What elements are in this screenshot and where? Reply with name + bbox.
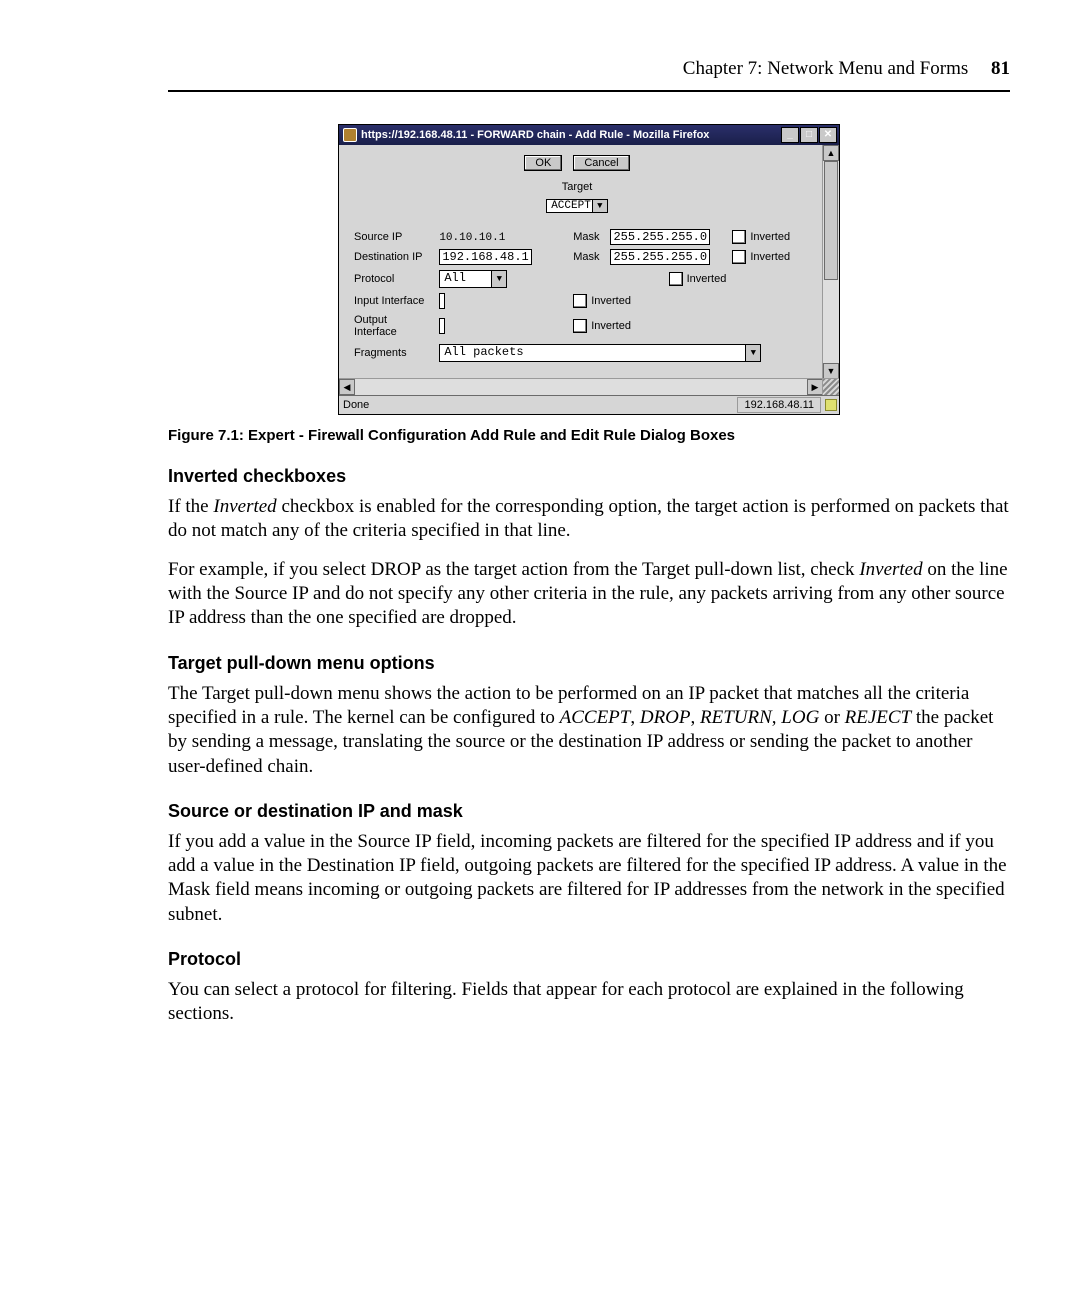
lock-icon bbox=[825, 399, 837, 411]
document-page: Chapter 7: Network Menu and Forms 81 htt… bbox=[0, 0, 1080, 1101]
row-destination-ip: Destination IP 192.168.48.1 Mask 255.255… bbox=[351, 247, 803, 267]
page-number: 81 bbox=[991, 58, 1010, 79]
source-ip-label: Source IP bbox=[351, 227, 436, 247]
scroll-down-icon[interactable]: ▼ bbox=[823, 363, 839, 379]
protocol-inverted-checkbox[interactable] bbox=[669, 272, 683, 286]
chapter-title: Chapter 7: Network Menu and Forms bbox=[683, 58, 968, 79]
heading-ipmask: Source or destination IP and mask bbox=[168, 801, 1010, 822]
paragraph: The Target pull-down menu shows the acti… bbox=[168, 682, 1010, 779]
in-if-inverted-checkbox[interactable] bbox=[573, 294, 587, 308]
out-if-inverted-checkbox[interactable] bbox=[573, 319, 587, 333]
target-section: Target ACCEPT ▼ bbox=[351, 181, 803, 213]
horizontal-scrollbar[interactable]: ◀ ▶ bbox=[339, 378, 823, 395]
dest-ip-inverted-checkbox[interactable] bbox=[732, 250, 746, 264]
header-rule bbox=[168, 90, 1010, 92]
scroll-up-icon[interactable]: ▲ bbox=[823, 145, 839, 161]
chevron-down-icon: ▼ bbox=[491, 271, 506, 287]
fragments-select-value: All packets bbox=[444, 345, 523, 359]
out-if-inverted-label: Inverted bbox=[591, 320, 631, 332]
out-if-label: OutputInterface bbox=[351, 311, 436, 341]
out-if-input[interactable] bbox=[439, 318, 445, 334]
paragraph: If you add a value in the Source IP fiel… bbox=[168, 830, 1010, 927]
protocol-inverted-label: Inverted bbox=[687, 273, 727, 285]
row-protocol: Protocol All ▼ Inverted bbox=[351, 267, 803, 291]
scrollbar-thumb[interactable] bbox=[824, 161, 838, 280]
status-host: 192.168.48.11 bbox=[737, 397, 821, 413]
row-source-ip: Source IP 10.10.10.1 Mask 255.255.255.0 … bbox=[351, 227, 803, 247]
source-ip-inverted-checkbox[interactable] bbox=[732, 230, 746, 244]
vertical-scrollbar[interactable]: ▲ ▼ bbox=[822, 145, 839, 379]
dialog-button-row: OK Cancel bbox=[351, 155, 803, 171]
chevron-down-icon: ▼ bbox=[745, 345, 760, 361]
dest-ip-input[interactable]: 192.168.48.1 bbox=[439, 249, 531, 265]
window-title: https://192.168.48.11 - FORWARD chain - … bbox=[361, 129, 781, 141]
in-if-label: Input Interface bbox=[351, 291, 436, 311]
in-if-inverted-label: Inverted bbox=[591, 295, 631, 307]
rule-form: Source IP 10.10.10.1 Mask 255.255.255.0 … bbox=[351, 227, 803, 365]
source-ip-mask-label: Mask bbox=[570, 227, 607, 247]
source-ip-inverted-label: Inverted bbox=[750, 231, 790, 243]
row-input-interface: Input Interface Inverted bbox=[351, 291, 803, 311]
protocol-select[interactable]: All ▼ bbox=[439, 270, 507, 288]
source-ip-value: 10.10.10.1 bbox=[439, 232, 549, 244]
row-output-interface: OutputInterface Inverted bbox=[351, 311, 803, 341]
chevron-down-icon: ▼ bbox=[592, 200, 607, 212]
status-left: Done bbox=[341, 399, 737, 411]
resize-grip-icon[interactable] bbox=[822, 378, 839, 395]
heading-inverted: Inverted checkboxes bbox=[168, 466, 1010, 487]
target-select-value: ACCEPT bbox=[551, 200, 591, 212]
browser-favicon-icon bbox=[343, 128, 357, 142]
ok-button[interactable]: OK bbox=[524, 155, 562, 171]
dest-ip-inverted-label: Inverted bbox=[750, 251, 790, 263]
close-button[interactable]: ✕ bbox=[819, 127, 837, 143]
statusbar: Done 192.168.48.11 bbox=[339, 395, 839, 414]
scroll-left-icon[interactable]: ◀ bbox=[339, 379, 355, 395]
row-fragments: Fragments All packets ▼ bbox=[351, 341, 803, 365]
heading-target: Target pull-down menu options bbox=[168, 653, 1010, 674]
minimize-button[interactable]: _ bbox=[781, 127, 799, 143]
in-if-input[interactable] bbox=[439, 293, 445, 309]
dialog-body: ▲ ▼ ◀ ▶ OK Cancel Target ACCEPT ▼ bbox=[339, 145, 839, 395]
window-controls: _ □ ✕ bbox=[781, 127, 837, 143]
running-header: Chapter 7: Network Menu and Forms 81 bbox=[168, 58, 1010, 80]
paragraph: For example, if you select DROP as the t… bbox=[168, 558, 1010, 631]
paragraph: If the Inverted checkbox is enabled for … bbox=[168, 495, 1010, 544]
source-ip-mask-input[interactable]: 255.255.255.0 bbox=[610, 229, 710, 245]
dest-ip-mask-label: Mask bbox=[570, 247, 607, 267]
target-select[interactable]: ACCEPT ▼ bbox=[546, 199, 608, 213]
figure-caption: Figure 7.1: Expert - Firewall Configurat… bbox=[168, 427, 1010, 444]
heading-protocol: Protocol bbox=[168, 949, 1010, 970]
maximize-button[interactable]: □ bbox=[800, 127, 818, 143]
paragraph: You can select a protocol for filtering.… bbox=[168, 978, 1010, 1027]
protocol-label: Protocol bbox=[351, 267, 436, 291]
fragments-select[interactable]: All packets ▼ bbox=[439, 344, 761, 362]
fragments-label: Fragments bbox=[351, 341, 436, 365]
target-label: Target bbox=[351, 181, 803, 193]
dest-ip-label: Destination IP bbox=[351, 247, 436, 267]
scroll-right-icon[interactable]: ▶ bbox=[807, 379, 823, 395]
dest-ip-mask-input[interactable]: 255.255.255.0 bbox=[610, 249, 710, 265]
cancel-button[interactable]: Cancel bbox=[573, 155, 629, 171]
dialog-window: https://192.168.48.11 - FORWARD chain - … bbox=[338, 124, 840, 415]
protocol-select-value: All bbox=[444, 271, 466, 285]
window-titlebar: https://192.168.48.11 - FORWARD chain - … bbox=[339, 125, 839, 145]
